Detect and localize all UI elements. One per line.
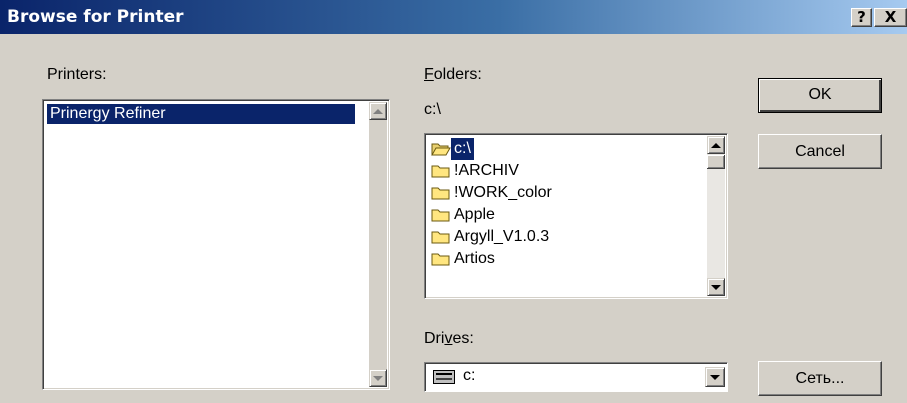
folder-icon [431, 231, 450, 244]
folder-item[interactable]: Argyll_V1.0.3 [431, 226, 552, 248]
folder-item[interactable]: !WORK_color [431, 182, 555, 204]
printer-item[interactable]: Prinergy Refiner [47, 104, 355, 124]
drive-icon [433, 370, 455, 384]
arrow-up-icon [373, 108, 383, 114]
folder-icon [431, 253, 450, 266]
folder-item-root[interactable]: c:\ [431, 138, 474, 160]
folder-item[interactable]: Apple [431, 204, 498, 226]
arrow-down-icon [711, 284, 721, 290]
folders-scroll-down-button[interactable] [707, 278, 725, 296]
folders-label: Folders: [424, 66, 482, 83]
folders-scroll-up-button[interactable] [707, 136, 725, 154]
folder-icon [431, 209, 450, 222]
open-folder-icon [431, 143, 451, 156]
window-title: Browse for Printer [7, 7, 184, 27]
printers-scrollbar[interactable] [369, 102, 387, 387]
close-icon: X [884, 8, 897, 26]
close-button[interactable]: X [874, 8, 907, 27]
folder-icon [431, 187, 450, 200]
drive-value: c: [463, 367, 476, 384]
folder-item[interactable]: Artios [431, 248, 498, 270]
cancel-button[interactable]: Cancel [758, 134, 882, 169]
folders-scroll-thumb[interactable] [707, 155, 725, 169]
printers-scroll-up-button[interactable] [369, 102, 387, 120]
folder-item[interactable]: !ARCHIV [431, 160, 522, 182]
help-icon: ? [857, 8, 866, 26]
drives-select[interactable]: c: [424, 362, 728, 392]
folders-scrollbar[interactable] [707, 136, 725, 296]
folders-list[interactable]: c:\ !ARCHIV !WORK_color Apple Argyll_V1.… [424, 133, 728, 299]
arrow-up-icon [711, 142, 721, 148]
printers-scroll-down-button[interactable] [369, 369, 387, 387]
help-button[interactable]: ? [851, 8, 872, 27]
title-bar[interactable]: Browse for Printer ? X [0, 0, 907, 34]
printers-list[interactable]: Prinergy Refiner [42, 99, 390, 390]
ok-button[interactable]: OK [758, 78, 882, 113]
folder-icon [431, 165, 450, 178]
drives-dropdown-button[interactable] [705, 367, 725, 387]
network-button[interactable]: Сеть... [758, 361, 882, 396]
drives-label: Drives: [424, 330, 474, 347]
chevron-down-icon [710, 374, 720, 380]
arrow-down-icon [373, 375, 383, 381]
printers-label: Printers: [47, 66, 107, 83]
current-path: c:\ [424, 101, 441, 118]
